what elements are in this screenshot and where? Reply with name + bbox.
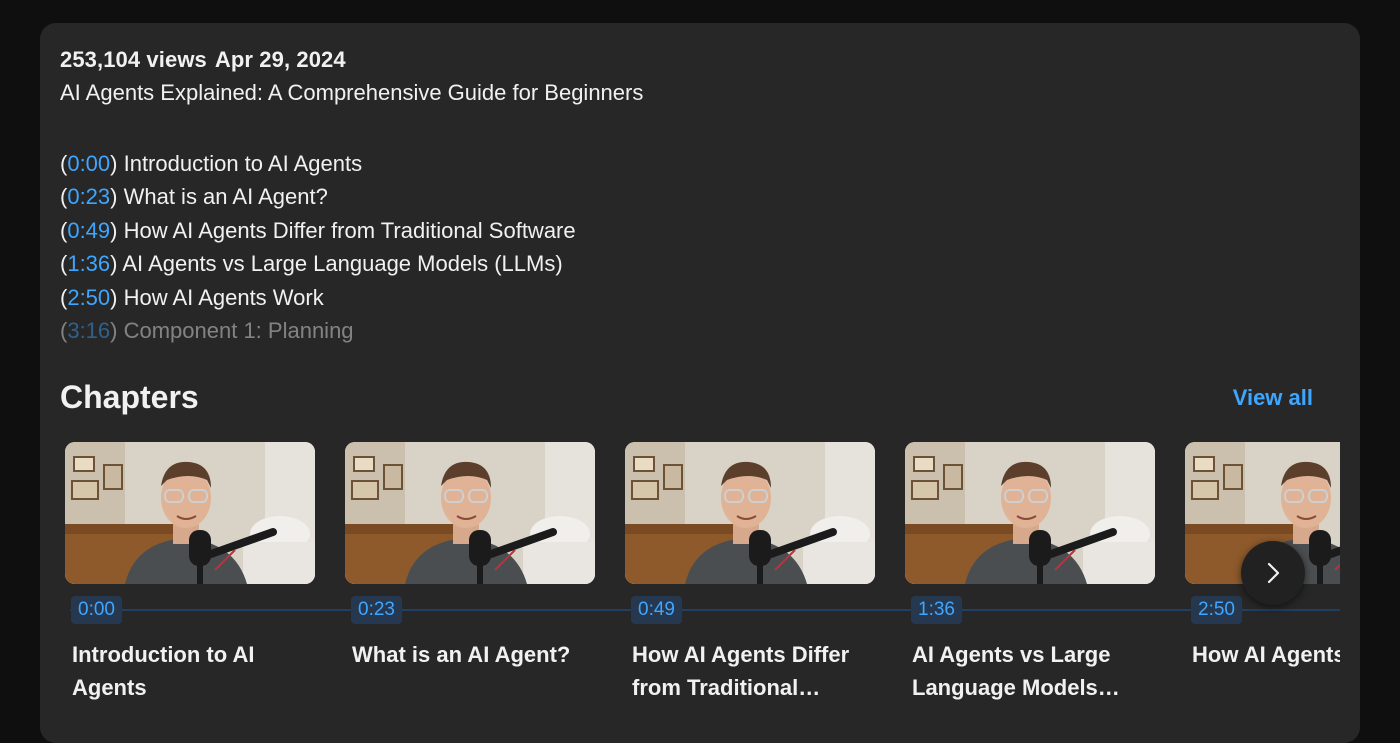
chapters-heading: Chapters (60, 379, 199, 415)
view-all-button[interactable]: View all (1233, 385, 1313, 411)
description-title: AI Agents Explained: A Comprehensive Gui… (60, 80, 644, 105)
chapter-card[interactable]: 0:00 Introduction to AI Agents (60, 442, 320, 742)
video-meta: 253,104 views Apr 29, 2024 (60, 47, 346, 73)
chapter-thumbnail (625, 442, 875, 584)
timestamp-link[interactable]: 0:00 (67, 151, 110, 176)
chapter-timestamp: 1:36 (911, 596, 962, 624)
timestamp-link[interactable]: 0:49 (67, 218, 110, 243)
timestamp-link[interactable]: 1:36 (67, 251, 110, 276)
description-chapter-line: (0:49) How AI Agents Differ from Traditi… (60, 214, 960, 247)
chapter-title: What is an AI Agent? (352, 642, 571, 667)
chapter-card[interactable]: 0:23 What is an AI Agent? (340, 442, 600, 742)
chapter-thumbnail (65, 442, 315, 584)
chapter-text: AI Agents vs Large Language Models (LLMs… (117, 251, 563, 277)
chapter-thumbnail (905, 442, 1155, 584)
chapter-title: AI Agents vs Large Language Models… (912, 642, 1120, 700)
timestamp-link[interactable]: 2:50 (67, 285, 110, 310)
chapter-thumbnail (345, 442, 595, 584)
timestamp-link[interactable]: 3:16 (67, 318, 110, 343)
chapter-text: Introduction to AI Agents (117, 151, 363, 176)
chapter-timestamp: 0:23 (351, 596, 402, 624)
view-count: 253,104 views (60, 47, 207, 72)
carousel-next-button[interactable] (1241, 541, 1305, 605)
upload-date: Apr 29, 2024 (214, 47, 346, 72)
chapter-timestamp: 0:00 (71, 596, 122, 624)
chapters-carousel: 0:00 Introduction to AI Agents 0:23 What… (60, 442, 1340, 742)
description-chapter-line: (0:00) Introduction to AI Agents (60, 147, 960, 180)
chapter-card[interactable]: 0:49 How AI Agents Differ from Tradition… (620, 442, 880, 742)
chapter-title: How AI Agents Differ from Traditional… (632, 642, 850, 700)
chapter-timestamp: 0:49 (631, 596, 682, 624)
timestamp-link[interactable]: 0:23 (67, 184, 110, 209)
description-chapter-line: (0:23) What is an AI Agent? (60, 180, 960, 213)
description-chapter-line: (2:50) How AI Agents Work (60, 281, 960, 314)
chapter-title: How AI Agents Work (1192, 642, 1340, 667)
chapter-timestamp: 2:50 (1191, 596, 1242, 624)
chapter-text: How AI Agents Differ from Traditional So… (117, 217, 576, 243)
description-chapter-line: (1:36) AI Agents vs Large Language Model… (60, 247, 960, 280)
chevron-right-icon (1267, 562, 1280, 584)
chapter-text: How AI Agents Work (117, 284, 324, 310)
chapter-title: Introduction to AI Agents (72, 642, 255, 700)
chapter-card[interactable]: 1:36 AI Agents vs Large Language Models… (900, 442, 1160, 742)
video-description-panel: 253,104 views Apr 29, 2024 AI Agents Expl… (40, 23, 1360, 743)
chapter-text: Component 1: Planning (117, 318, 354, 344)
description-chapter-list: (0:00) Introduction to AI Agents (0:23) … (60, 147, 960, 347)
chapter-text: What is an AI Agent? (117, 184, 328, 210)
description-chapter-line: (3:16) Component 1: Planning (60, 314, 960, 347)
